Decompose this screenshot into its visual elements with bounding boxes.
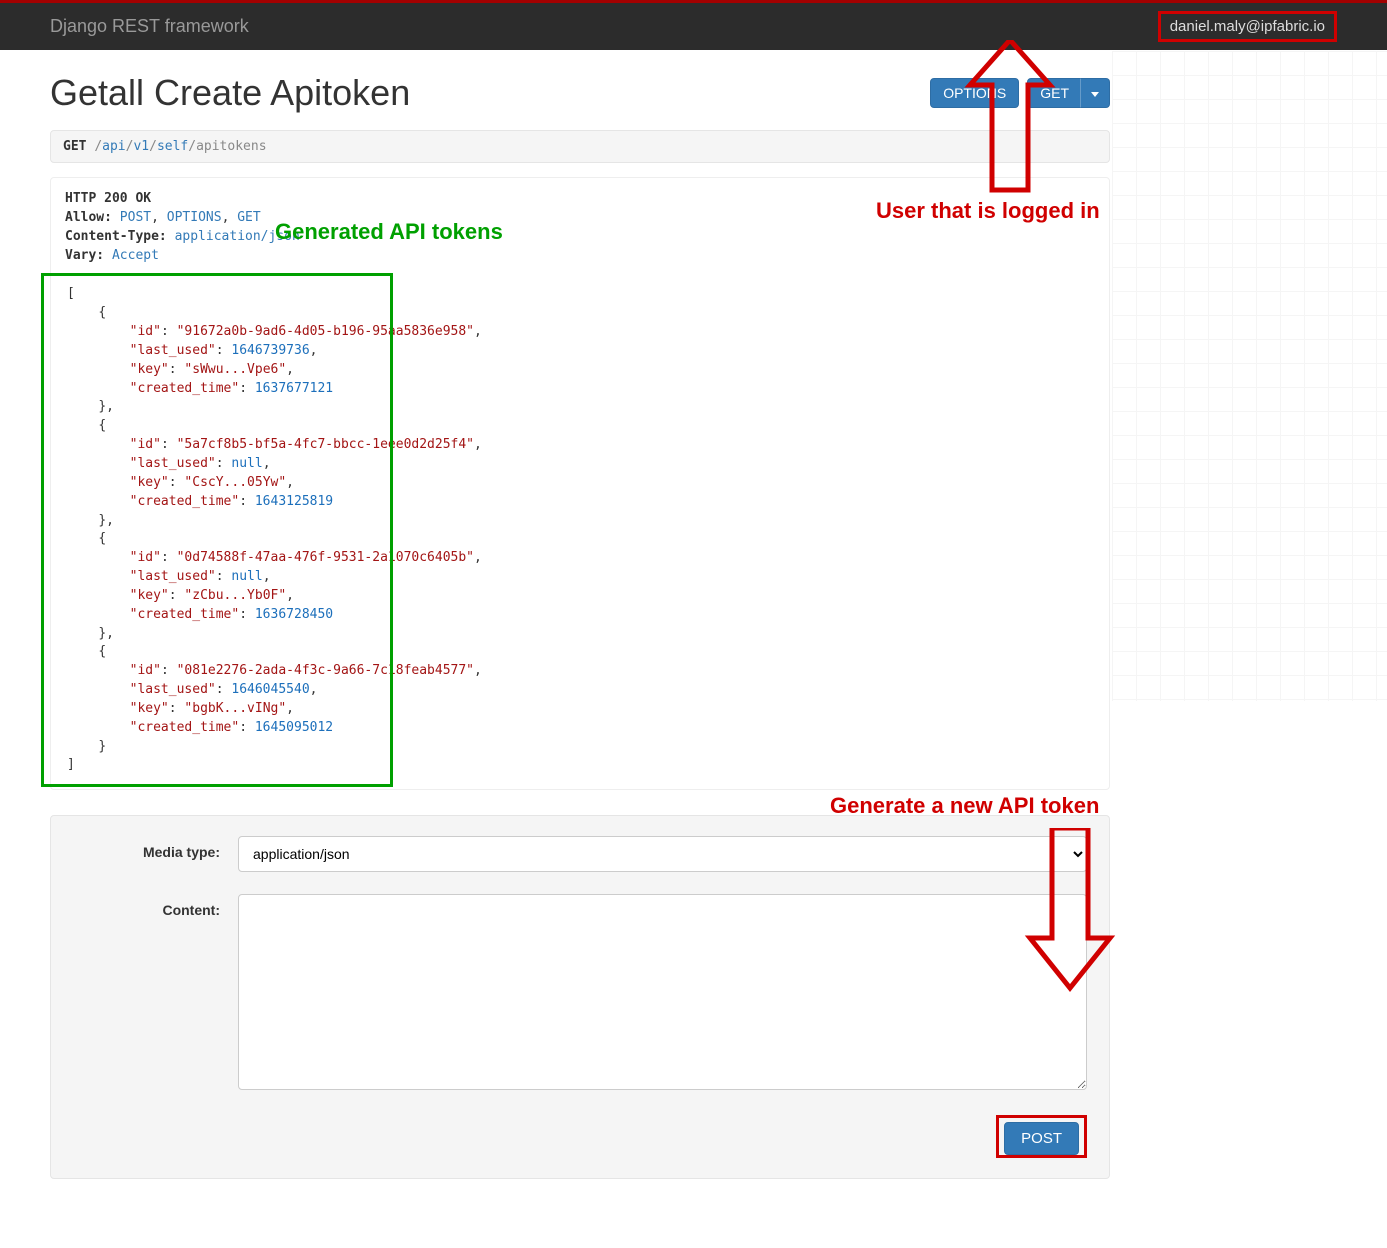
title-row: Getall Create Apitoken OPTIONS GET bbox=[50, 72, 1110, 114]
media-type-select[interactable]: application/json bbox=[238, 836, 1087, 872]
chevron-down-icon bbox=[1091, 92, 1099, 97]
content-label: Content: bbox=[73, 894, 238, 918]
annotation-generated-tokens: Generated API tokens bbox=[275, 219, 503, 245]
response-block: HTTP 200 OK Allow: POST, OPTIONS, GETCon… bbox=[50, 177, 1110, 790]
brand-title[interactable]: Django REST framework bbox=[50, 16, 249, 37]
request-bar: GET /api/v1/self/apitokens bbox=[50, 130, 1110, 163]
response-header: Content-Type: application/json bbox=[65, 228, 1095, 247]
response-header: Vary: Accept bbox=[65, 247, 1095, 266]
arrow-down-icon bbox=[1020, 828, 1120, 998]
logged-in-user[interactable]: daniel.maly@ipfabric.io bbox=[1158, 11, 1337, 42]
annotation-user-logged-in: User that is logged in bbox=[876, 198, 1100, 224]
page-title: Getall Create Apitoken bbox=[50, 72, 930, 114]
post-button[interactable]: POST bbox=[1004, 1122, 1079, 1155]
content-textarea[interactable] bbox=[238, 894, 1087, 1090]
top-navbar: Django REST framework daniel.maly@ipfabr… bbox=[0, 0, 1387, 50]
request-method: GET bbox=[63, 139, 86, 154]
annotation-box-post: POST bbox=[996, 1115, 1087, 1158]
annotation-generate-new: Generate a new API token bbox=[830, 793, 1099, 819]
request-path: /api/v1/self/apitokens bbox=[94, 139, 266, 154]
arrow-up-icon bbox=[960, 40, 1060, 200]
annotation-box-tokens bbox=[41, 273, 393, 787]
post-form-panel: Media type: application/json Content: PO… bbox=[50, 815, 1110, 1179]
status-line: HTTP 200 OK bbox=[65, 191, 151, 206]
media-type-label: Media type: bbox=[73, 836, 238, 860]
get-dropdown-toggle[interactable] bbox=[1080, 78, 1110, 108]
